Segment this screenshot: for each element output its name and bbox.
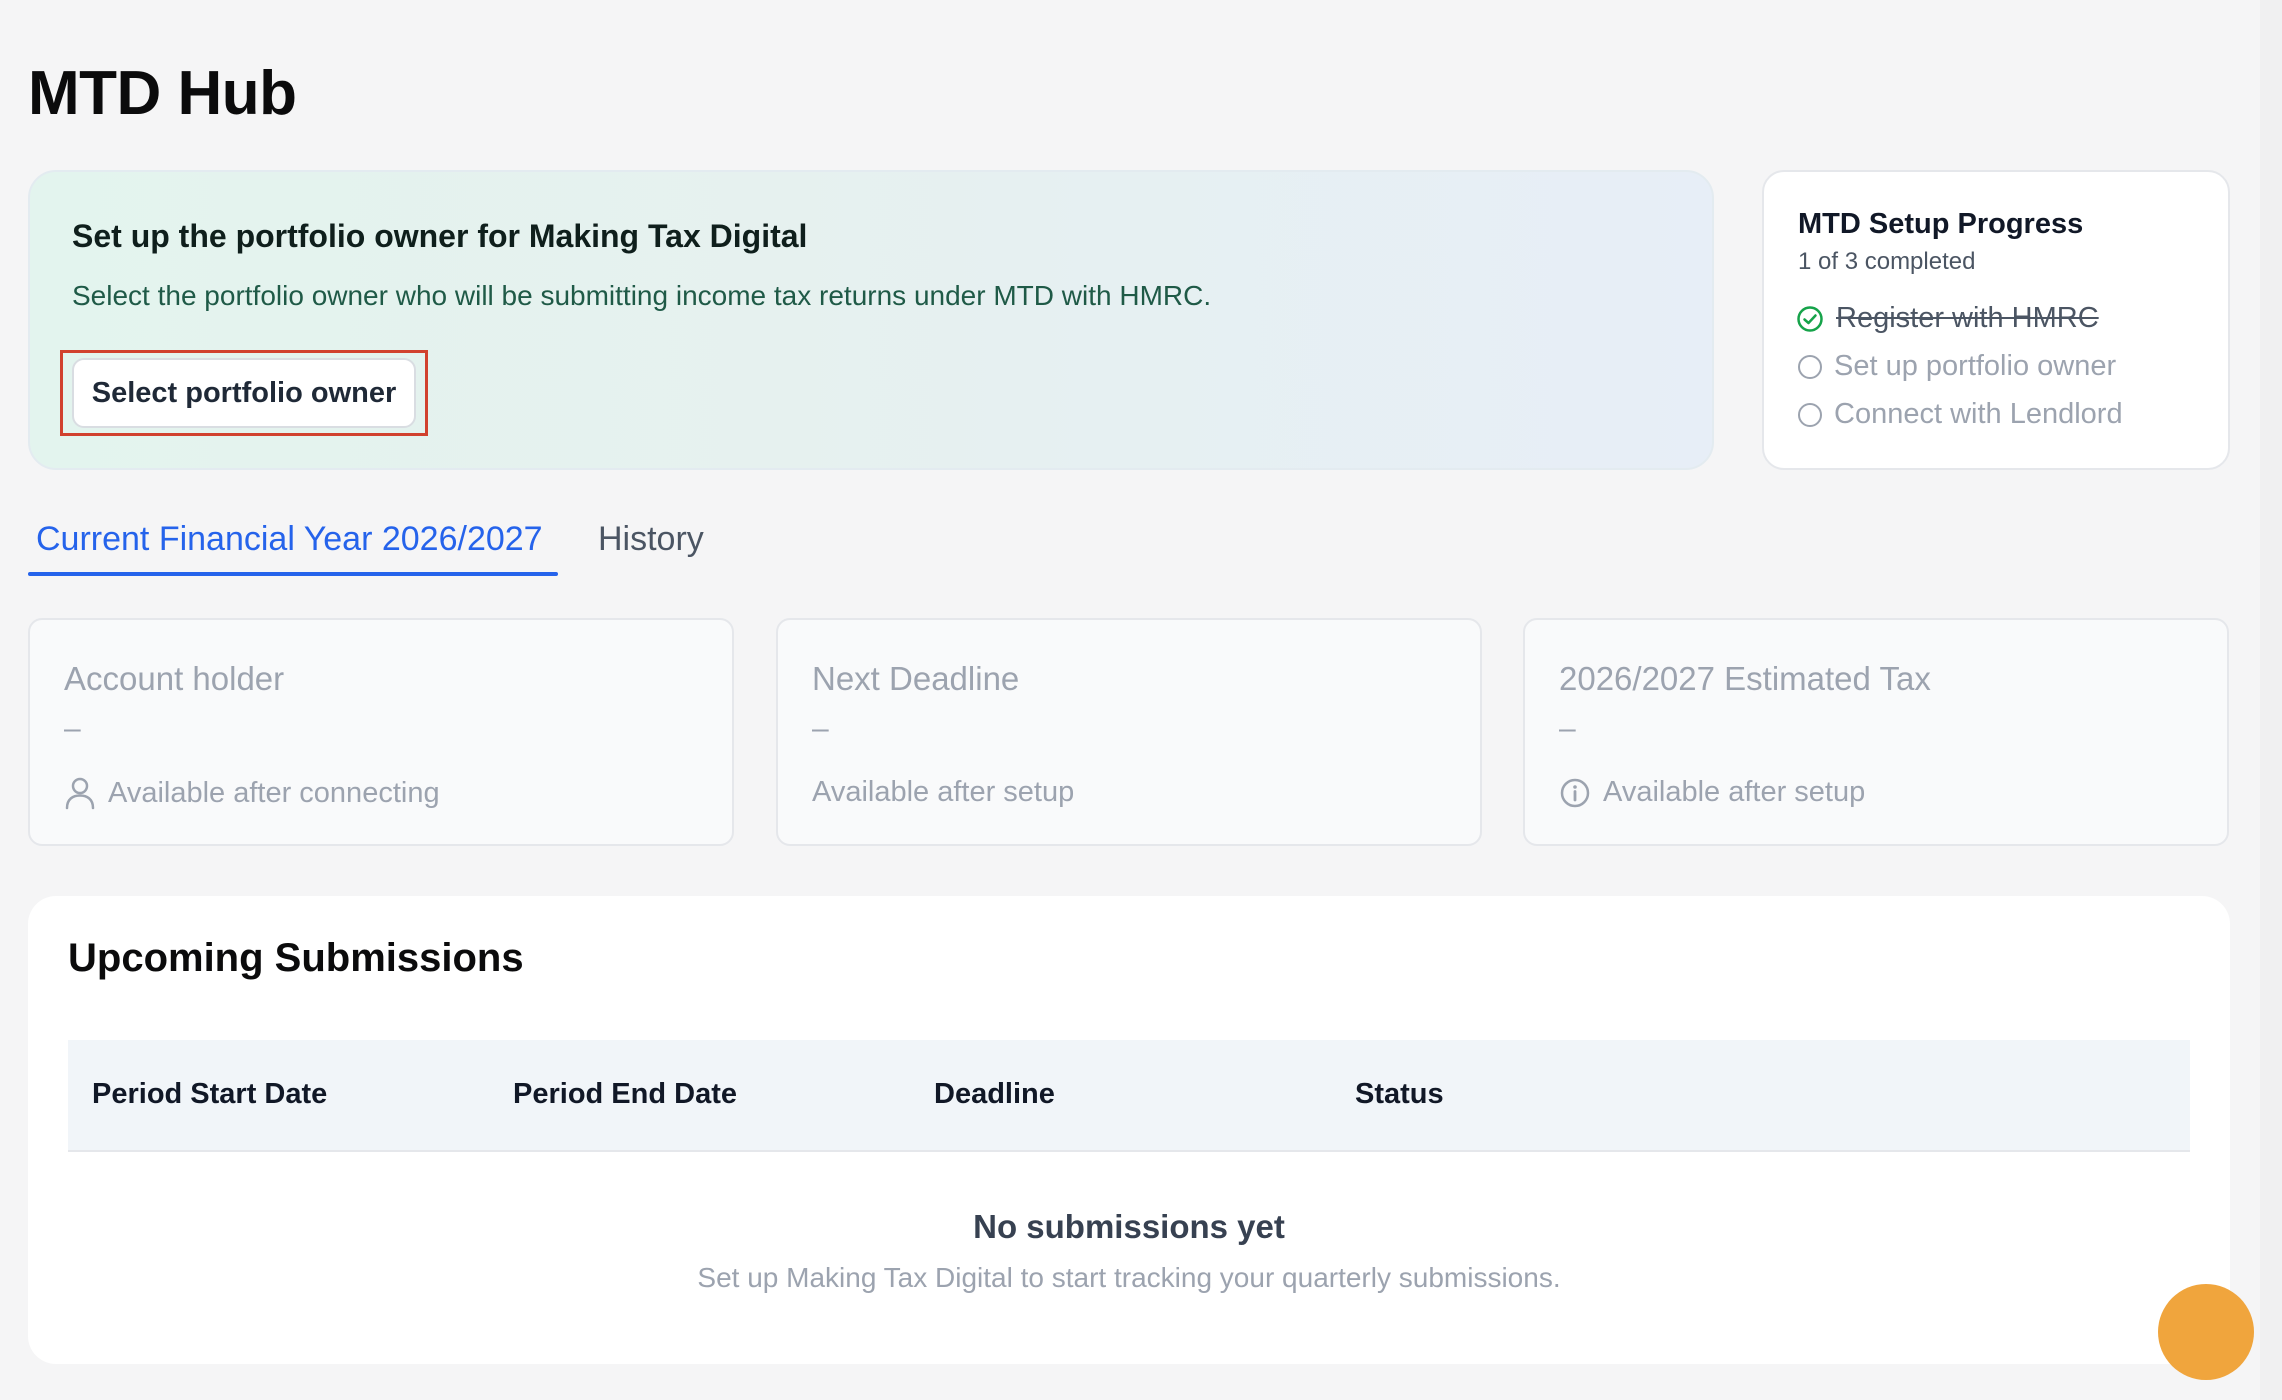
column-header-deadline: Deadline — [934, 1078, 1055, 1110]
banner-description: Select the portfolio owner who will be s… — [72, 280, 1212, 311]
info-icon — [1560, 778, 1590, 807]
card-note: Available after setup — [812, 776, 1074, 809]
empty-circle-icon — [1798, 354, 1822, 379]
column-header-period-end: Period End Date — [513, 1078, 737, 1110]
card-note-text: Available after connecting — [108, 776, 440, 809]
select-portfolio-owner-button[interactable]: Select portfolio owner — [72, 358, 416, 428]
column-header-status: Status — [1355, 1078, 1444, 1110]
card-value: – — [1559, 712, 1576, 745]
card-note-text: Available after setup — [1603, 776, 1866, 808]
card-note: Available after connecting — [64, 776, 440, 810]
upcoming-submissions-panel: Upcoming Submissions Period Start Date P… — [28, 896, 2230, 1364]
empty-state-description: Set up Making Tax Digital to start track… — [697, 1262, 1561, 1293]
active-tab-indicator — [28, 572, 558, 576]
card-value: – — [812, 712, 829, 745]
step-label: Set up portfolio owner — [1834, 350, 2117, 382]
card-note: Available after setup — [1559, 776, 1865, 809]
estimated-tax-card: 2026/2027 Estimated Tax – Available afte… — [1523, 618, 2229, 846]
user-icon — [65, 777, 95, 810]
setup-banner: Set up the portfolio owner for Making Ta… — [28, 170, 1714, 470]
progress-count: 1 of 3 completed — [1798, 248, 1976, 275]
tab-current-financial-year[interactable]: Current Financial Year 2026/2027 — [36, 520, 543, 559]
page-title: MTD Hub — [28, 59, 297, 128]
step-label: Register with HMRC — [1836, 302, 2099, 334]
column-header-period-start: Period Start Date — [92, 1078, 328, 1110]
scrollbar-track[interactable] — [2260, 0, 2282, 1400]
next-deadline-card: Next Deadline – Available after setup — [776, 618, 1482, 846]
tab-history[interactable]: History — [598, 520, 704, 559]
chat-launcher-button[interactable] — [2158, 1284, 2254, 1380]
check-circle-icon — [1797, 305, 1823, 332]
card-label: 2026/2027 Estimated Tax — [1559, 660, 1931, 697]
progress-step-register: Register with HMRC — [1796, 302, 2099, 335]
account-holder-card: Account holder – Available after connect… — [28, 618, 734, 846]
card-label: Account holder — [64, 660, 285, 697]
progress-step-portfolio-owner: Set up portfolio owner — [1798, 350, 2116, 383]
submissions-table-header: Period Start Date Period End Date Deadli… — [68, 1040, 2190, 1152]
card-note-text: Available after setup — [812, 776, 1075, 808]
submissions-title: Upcoming Submissions — [68, 936, 524, 980]
step-label: Connect with Lendlord — [1834, 398, 2123, 430]
progress-title: MTD Setup Progress — [1798, 208, 2084, 240]
card-value: – — [64, 712, 81, 745]
progress-step-connect: Connect with Lendlord — [1798, 398, 2123, 431]
empty-circle-icon — [1798, 402, 1822, 427]
banner-title: Set up the portfolio owner for Making Ta… — [72, 218, 808, 254]
empty-state-title: No submissions yet — [973, 1208, 1285, 1245]
mtd-hub-page: MTD Hub Set up the portfolio owner for M… — [0, 0, 2282, 1400]
card-label: Next Deadline — [812, 660, 1020, 697]
